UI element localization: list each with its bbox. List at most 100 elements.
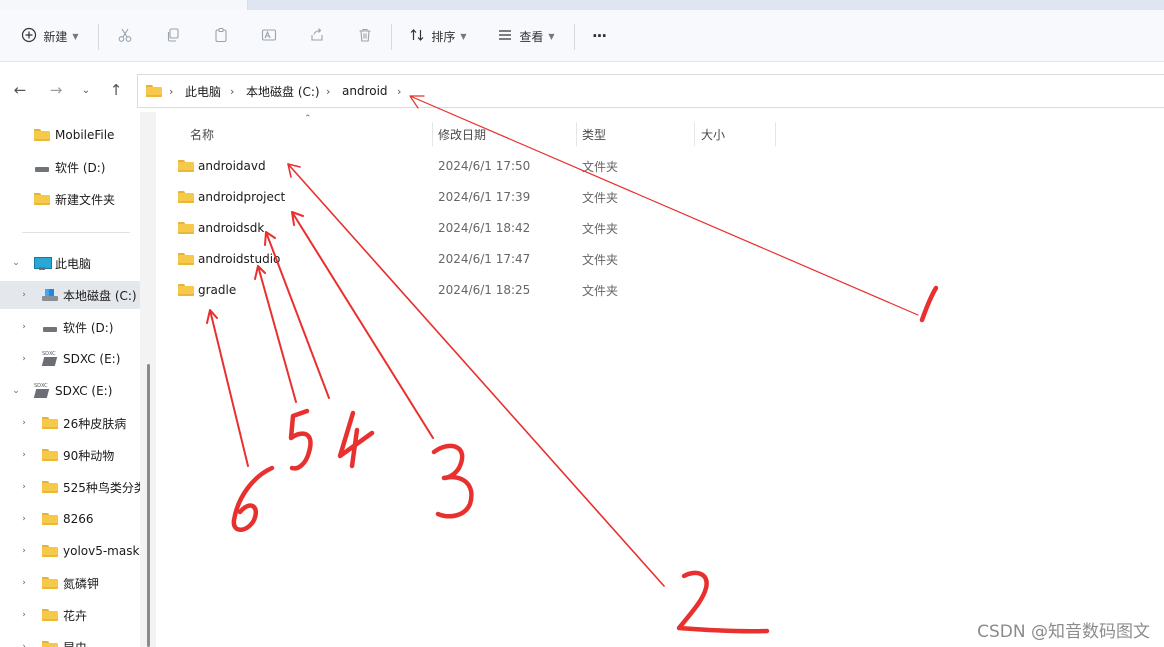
folder-icon <box>178 182 194 212</box>
folder-icon <box>42 641 58 647</box>
expand-chevron-down-icon[interactable]: ⌄ <box>10 386 22 396</box>
table-row[interactable]: gradle 2024/6/1 18:25 文件夹 <box>178 275 878 305</box>
sidebar-item-folder[interactable]: › 昆虫 <box>0 633 140 647</box>
view-button[interactable]: 查看 ▼ <box>490 10 562 62</box>
tab-active[interactable] <box>0 0 248 10</box>
sidebar-item-local-disk-c[interactable]: › 本地磁盘 (C:) <box>0 281 140 309</box>
expand-chevron-right-icon[interactable]: › <box>18 578 30 588</box>
breadcrumb-chevron-icon[interactable]: › <box>397 75 401 107</box>
sidebar-item-label: 26种皮肤病 <box>63 416 127 431</box>
file-name: androidproject <box>198 190 286 204</box>
expand-chevron-right-icon[interactable]: › <box>18 322 30 332</box>
sidebar-item-folder[interactable]: › 90种动物 <box>0 441 140 469</box>
sd-card-icon <box>42 351 57 366</box>
copy-button[interactable] <box>160 10 186 62</box>
sort-button[interactable]: 排序 ▼ <box>402 10 474 62</box>
sidebar-scrollbar-thumb[interactable] <box>147 364 150 647</box>
cut-button[interactable] <box>112 10 138 62</box>
folder-icon <box>34 193 50 205</box>
trash-icon <box>357 27 373 46</box>
sidebar-item-software-d-pc[interactable]: › 软件 (D:) <box>0 313 140 341</box>
sidebar-item-label: 氮磷钾 <box>63 576 100 591</box>
tab-strip <box>0 0 1164 10</box>
address-bar[interactable]: › 此电脑 › 本地磁盘 (C:) › android › <box>137 74 1164 108</box>
sidebar-item-label: 软件 (D:) <box>63 320 114 335</box>
sidebar-item-sdxc-e[interactable]: ⌄ SDXC (E:) <box>0 377 140 405</box>
chevron-down-icon: ▼ <box>548 31 555 41</box>
arrow-left-icon: ← <box>13 81 27 99</box>
column-header-type[interactable]: 类型 <box>582 120 606 148</box>
more-options-button[interactable]: ··· <box>584 10 614 62</box>
table-row[interactable]: androidavd 2024/6/1 17:50 文件夹 <box>178 151 878 181</box>
breadcrumb-local-disk-c[interactable]: 本地磁盘 (C:) <box>246 75 320 107</box>
view-list-icon <box>497 27 513 46</box>
file-modified: 2024/6/1 17:50 <box>438 159 531 173</box>
up-button[interactable]: ↑ <box>104 76 128 104</box>
new-button[interactable]: 新建 ▼ <box>14 10 86 62</box>
rename-icon <box>261 27 277 46</box>
sidebar-item-folder[interactable]: › 525种鸟类分类 <box>0 473 146 501</box>
expand-chevron-right-icon[interactable]: › <box>18 514 30 524</box>
column-header-size[interactable]: 大小 <box>701 120 725 148</box>
sidebar-item-label: SDXC (E:) <box>63 352 121 366</box>
share-button[interactable] <box>304 10 330 62</box>
file-type: 文件夹 <box>582 159 619 174</box>
expand-chevron-right-icon[interactable]: › <box>18 546 30 556</box>
folder-icon <box>42 577 58 589</box>
sidebar-item-folder[interactable]: › 花卉 <box>0 601 140 629</box>
table-row[interactable]: androidproject 2024/6/1 17:39 文件夹 <box>178 182 878 212</box>
file-name: gradle <box>198 283 237 297</box>
sidebar-item-new-folder[interactable]: 新建文件夹 <box>0 185 140 213</box>
sidebar-item-folder[interactable]: › 26种皮肤病 <box>0 409 140 437</box>
forward-button[interactable]: → <box>44 76 68 104</box>
back-button[interactable]: ← <box>8 76 32 104</box>
expand-chevron-right-icon[interactable]: › <box>18 290 30 300</box>
file-type: 文件夹 <box>582 221 619 236</box>
table-row[interactable]: androidsdk 2024/6/1 18:42 文件夹 <box>178 213 878 243</box>
column-header-name[interactable]: 名称 <box>190 120 214 148</box>
drive-icon <box>35 163 49 172</box>
arrow-up-icon: ↑ <box>109 81 123 99</box>
folder-icon <box>178 151 194 181</box>
breadcrumb-this-pc[interactable]: 此电脑 <box>185 75 221 107</box>
expand-chevron-right-icon[interactable]: › <box>18 482 30 492</box>
column-divider[interactable] <box>694 122 695 146</box>
expand-chevron-right-icon[interactable]: › <box>18 610 30 620</box>
breadcrumb-chevron-icon[interactable]: › <box>169 75 173 107</box>
column-header-modified[interactable]: 修改日期 <box>438 120 486 148</box>
sidebar-item-mobilefile[interactable]: MobileFile <box>0 121 140 149</box>
sd-card-icon <box>34 383 49 398</box>
sidebar-item-folder[interactable]: › 氮磷钾 <box>0 569 140 597</box>
sidebar-item-this-pc[interactable]: ⌄ 此电脑 <box>0 249 140 277</box>
sidebar-item-sdxc-e-pc[interactable]: › SDXC (E:) <box>0 345 140 373</box>
sidebar-item-software-d[interactable]: 软件 (D:) <box>0 153 140 181</box>
expand-chevron-right-icon[interactable]: › <box>18 418 30 428</box>
column-divider[interactable] <box>432 122 433 146</box>
sidebar-item-folder[interactable]: › yolov5-mask- <box>0 537 144 565</box>
delete-button[interactable] <box>352 10 378 62</box>
rename-button[interactable] <box>256 10 282 62</box>
breadcrumb-chevron-icon[interactable]: › <box>230 75 234 107</box>
expand-chevron-right-icon[interactable]: › <box>18 642 30 647</box>
column-divider[interactable] <box>775 122 776 146</box>
folder-icon <box>42 449 58 461</box>
table-row[interactable]: androidstudio 2024/6/1 17:47 文件夹 <box>178 244 878 274</box>
expand-chevron-down-icon[interactable]: ⌄ <box>10 258 22 268</box>
sidebar-item-folder[interactable]: › 8266 <box>0 505 140 533</box>
sidebar-item-label: 新建文件夹 <box>55 192 116 207</box>
breadcrumb-android[interactable]: android <box>342 75 388 107</box>
breadcrumb-chevron-icon[interactable]: › <box>326 75 330 107</box>
toolbar-divider <box>574 24 575 50</box>
sidebar-item-label: 此电脑 <box>55 256 92 271</box>
recent-locations-button[interactable]: ⌄ <box>74 76 98 104</box>
expand-chevron-right-icon[interactable]: › <box>18 450 30 460</box>
file-type: 文件夹 <box>582 190 619 205</box>
folder-icon <box>42 481 58 493</box>
file-name: androidavd <box>198 159 266 173</box>
sidebar-item-label: 昆虫 <box>63 639 87 647</box>
expand-chevron-right-icon[interactable]: › <box>18 354 30 364</box>
navigation-pane: MobileFile 软件 (D:) 新建文件夹 ⌄ 此电脑 › 本地磁盘 (C… <box>0 112 146 647</box>
watermark: CSDN @知音数码图文 <box>977 622 1150 642</box>
column-divider[interactable] <box>576 122 577 146</box>
paste-button[interactable] <box>208 10 234 62</box>
